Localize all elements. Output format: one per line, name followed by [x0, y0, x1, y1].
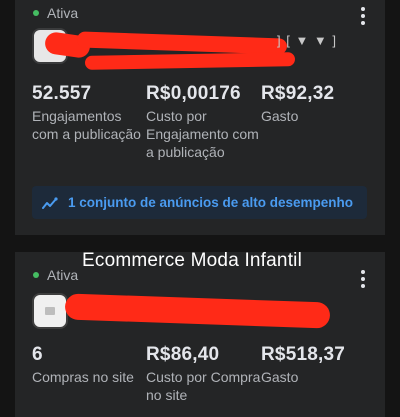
- redacted-ad-name: [76, 31, 288, 55]
- ad-thumbnail[interactable]: [32, 293, 68, 329]
- metric-label: Engajamentos com a publicação: [32, 108, 141, 142]
- status-label: Ativa: [47, 267, 79, 283]
- trend-up-icon: [42, 196, 58, 210]
- metric-purchases[interactable]: 6 Compras no site: [32, 344, 146, 404]
- metric-value: R$0,00176: [146, 83, 241, 104]
- metric-engagements[interactable]: 52.557 Engajamentos com a publicação: [32, 83, 146, 161]
- metrics-row: 52.557 Engajamentos com a publicação R$0…: [32, 83, 385, 161]
- status-label: Ativa: [47, 5, 79, 21]
- ads-manager-page: Ativa ] [ ▼ ▼ ] 52.557 Engajamentos com …: [0, 0, 400, 417]
- ad-name-tail: ] [ ▼ ▼ ]: [277, 33, 338, 48]
- metric-label: Gasto: [261, 108, 299, 124]
- metric-value: 52.557: [32, 83, 92, 104]
- metric-value: R$518,37: [261, 344, 346, 365]
- metric-value: 6: [32, 344, 43, 365]
- insight-text: 1 conjunto de anúncios de alto desempenh…: [68, 195, 354, 210]
- metric-label: Gasto: [261, 369, 299, 385]
- metric-value: R$86,40: [146, 344, 220, 365]
- campaign-caption: Ecommerce Moda Infantil: [82, 250, 303, 271]
- metric-value: R$92,32: [261, 83, 335, 104]
- status-indicator: Ativa: [33, 267, 78, 283]
- metric-label: Custo por Engajamento com a publicação: [146, 108, 259, 160]
- status-dot-icon: [33, 10, 39, 16]
- high-performance-insight-banner[interactable]: 1 conjunto de anúncios de alto desempenh…: [32, 186, 367, 219]
- redacted-ad-name: [84, 52, 296, 70]
- ad-card[interactable]: Ativa 6 Compras no site R$86,40 Custo po…: [15, 252, 385, 417]
- metric-cost-per-engagement[interactable]: R$0,00176 Custo por Engajamento com a pu…: [146, 83, 261, 161]
- redacted-ad-name: [64, 293, 331, 329]
- more-options-icon[interactable]: [361, 7, 365, 25]
- metric-cost-per-purchase[interactable]: R$86,40 Custo por Compra no site: [146, 344, 261, 404]
- metric-spend[interactable]: R$518,37 Gasto: [261, 344, 381, 404]
- status-dot-icon: [33, 272, 39, 278]
- status-indicator: Ativa: [33, 5, 78, 21]
- ad-card[interactable]: Ativa ] [ ▼ ▼ ] 52.557 Engajamentos com …: [15, 0, 385, 235]
- metric-label: Custo por Compra no site: [146, 369, 261, 403]
- metrics-row: 6 Compras no site R$86,40 Custo por Comp…: [32, 344, 385, 404]
- more-options-icon[interactable]: [361, 270, 365, 288]
- image-placeholder-icon: [45, 307, 55, 315]
- metric-label: Compras no site: [32, 369, 134, 385]
- metric-spend[interactable]: R$92,32 Gasto: [261, 83, 381, 161]
